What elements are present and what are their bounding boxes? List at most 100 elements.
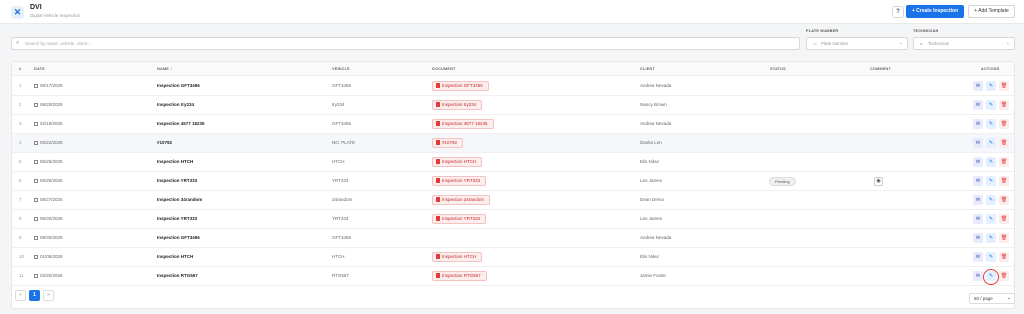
document-link[interactable]: #10792 xyxy=(432,138,464,148)
page-1-button[interactable]: 1 xyxy=(29,290,40,301)
row-name[interactable]: Inspection GFT3456 xyxy=(157,235,200,240)
edit-button[interactable]: ✎ xyxy=(986,100,996,110)
col-date[interactable]: DATE xyxy=(34,67,45,71)
table-row: 8 06/30/2025 Inspection YRT333 YRT333 Inspec… xyxy=(12,210,1014,229)
row-name[interactable]: Inspection HTCH xyxy=(157,159,193,164)
table-row: 10 01/05/2026 Inspection HTCH HTCH Inspectio… xyxy=(12,248,1014,267)
send-email-button[interactable]: ✉ xyxy=(973,157,983,167)
row-client: Elis Nikur xyxy=(640,254,660,259)
row-number: 5 xyxy=(19,159,22,164)
app-header: ✕ DVI Digital Vehicle Inspection ? + Cre… xyxy=(0,0,1024,24)
delete-button[interactable]: 🗑 xyxy=(999,176,1009,186)
row-client: Andrea Nevada xyxy=(640,121,672,126)
send-email-button[interactable]: ✉ xyxy=(973,138,983,148)
send-email-button[interactable]: ✉ xyxy=(973,252,983,262)
prev-page-button[interactable]: « xyxy=(15,290,26,301)
send-email-button[interactable]: ✉ xyxy=(973,119,983,129)
edit-button[interactable]: ✎ xyxy=(986,176,996,186)
search-input[interactable]: ⌕ Search by name, vehicle, client... xyxy=(11,37,800,50)
pdf-file-icon xyxy=(436,83,440,88)
col-number: # xyxy=(19,67,22,71)
row-name[interactable]: Inspection 4577 18235 xyxy=(157,121,205,126)
document-label: Inspection HTCH xyxy=(442,159,477,164)
mail-icon: ✉ xyxy=(975,273,981,279)
delete-button[interactable]: 🗑 xyxy=(999,252,1009,262)
delete-button[interactable]: 🗑 xyxy=(999,157,1009,167)
pdf-file-icon xyxy=(436,140,440,145)
row-number: 9 xyxy=(19,235,22,240)
send-email-button[interactable]: ✉ xyxy=(973,195,983,205)
row-vehicle: NO. PLATE xyxy=(332,140,356,145)
plate-number-select[interactable]: ▭ Plate Number ⌄ xyxy=(806,37,908,50)
edit-icon: ✎ xyxy=(988,159,994,165)
send-email-button[interactable]: ✉ xyxy=(973,176,983,186)
row-vehicle: RTG567 xyxy=(332,273,349,278)
delete-button[interactable]: 🗑 xyxy=(999,271,1009,281)
document-link[interactable]: Inspection 34random xyxy=(432,195,491,205)
row-number: 8 xyxy=(19,216,22,221)
view-comment-button[interactable]: ◉ xyxy=(874,177,883,186)
send-email-button[interactable]: ✉ xyxy=(973,100,983,110)
send-email-button[interactable]: ✉ xyxy=(973,271,983,281)
document-link[interactable]: Inspection GFT3456 xyxy=(432,81,489,91)
document-link[interactable]: Inspection 4577 18235 xyxy=(432,119,494,129)
row-name[interactable]: Inspection YRT333 xyxy=(157,216,197,221)
help-button[interactable]: ? xyxy=(892,6,904,18)
send-email-button[interactable]: ✉ xyxy=(973,214,983,224)
edit-icon: ✎ xyxy=(988,197,994,203)
document-link[interactable]: Inspection YRT333 xyxy=(432,214,487,224)
page-size-select[interactable]: 50 / page ⌄ xyxy=(969,293,1015,304)
delete-button[interactable]: 🗑 xyxy=(999,119,1009,129)
row-name[interactable]: Inspection RTG567 xyxy=(157,273,198,278)
row-vehicle: 34random xyxy=(332,197,353,202)
row-name[interactable]: #10792 xyxy=(157,140,172,145)
edit-button[interactable]: ✎ xyxy=(986,157,996,167)
col-status[interactable]: STATUS xyxy=(770,67,786,71)
row-number: 1 xyxy=(19,83,22,88)
pdf-file-icon xyxy=(436,254,440,259)
document-link[interactable]: Inspection YRT333 xyxy=(432,176,487,186)
row-name[interactable]: Inspection HTCH xyxy=(157,254,193,259)
edit-button[interactable]: ✎ xyxy=(986,81,996,91)
next-page-button[interactable]: » xyxy=(43,290,54,301)
send-email-button[interactable]: ✉ xyxy=(973,81,983,91)
row-client: Len James xyxy=(640,178,663,183)
document-link[interactable]: Inspection RTG567 xyxy=(432,271,487,281)
plate-number-placeholder: Plate Number xyxy=(821,41,849,46)
delete-button[interactable]: 🗑 xyxy=(999,81,1009,91)
add-template-button[interactable]: + Add Template xyxy=(968,5,1015,18)
document-link[interactable]: Inspection HTCH xyxy=(432,157,483,167)
edit-button[interactable]: ✎ xyxy=(986,214,996,224)
delete-button[interactable]: 🗑 xyxy=(999,195,1009,205)
delete-button[interactable]: 🗑 xyxy=(999,214,1009,224)
delete-button[interactable]: 🗑 xyxy=(999,233,1009,243)
col-vehicle[interactable]: VEHICLE xyxy=(332,67,350,71)
row-name[interactable]: Inspection YRT333 xyxy=(157,178,197,183)
mail-icon: ✉ xyxy=(975,140,981,146)
row-client: Jamie Foster xyxy=(640,273,667,278)
document-link[interactable]: Inspection try234 xyxy=(432,100,483,110)
edit-button[interactable]: ✎ xyxy=(986,252,996,262)
delete-button[interactable]: 🗑 xyxy=(999,138,1009,148)
row-name[interactable]: Inspection try234 xyxy=(157,102,194,107)
create-inspection-button[interactable]: + Create Inspection xyxy=(906,5,964,18)
row-number: 6 xyxy=(19,178,22,183)
col-client[interactable]: CLIENT xyxy=(640,67,655,71)
send-email-button[interactable]: ✉ xyxy=(973,233,983,243)
row-name[interactable]: Inspection GFT3456 xyxy=(157,83,200,88)
edit-icon: ✎ xyxy=(988,140,994,146)
row-date-value: 06/22/2025 xyxy=(40,140,63,145)
trash-icon: 🗑 xyxy=(1000,235,1008,241)
edit-button[interactable]: ✎ xyxy=(986,119,996,129)
edit-button[interactable]: ✎ xyxy=(986,138,996,148)
technician-select[interactable]: ● Technician ⌄ xyxy=(913,37,1015,50)
edit-button[interactable]: ✎ xyxy=(986,233,996,243)
row-number: 10 xyxy=(19,254,25,259)
col-name[interactable]: NAME ↑ xyxy=(157,67,172,71)
row-name[interactable]: Inspection 34random xyxy=(157,197,202,202)
edit-button[interactable]: ✎ xyxy=(986,195,996,205)
delete-button[interactable]: 🗑 xyxy=(999,100,1009,110)
row-client: Andrea Nevada xyxy=(640,235,672,240)
document-label: #10792 xyxy=(442,140,458,145)
document-link[interactable]: Inspection HTCH xyxy=(432,252,483,262)
